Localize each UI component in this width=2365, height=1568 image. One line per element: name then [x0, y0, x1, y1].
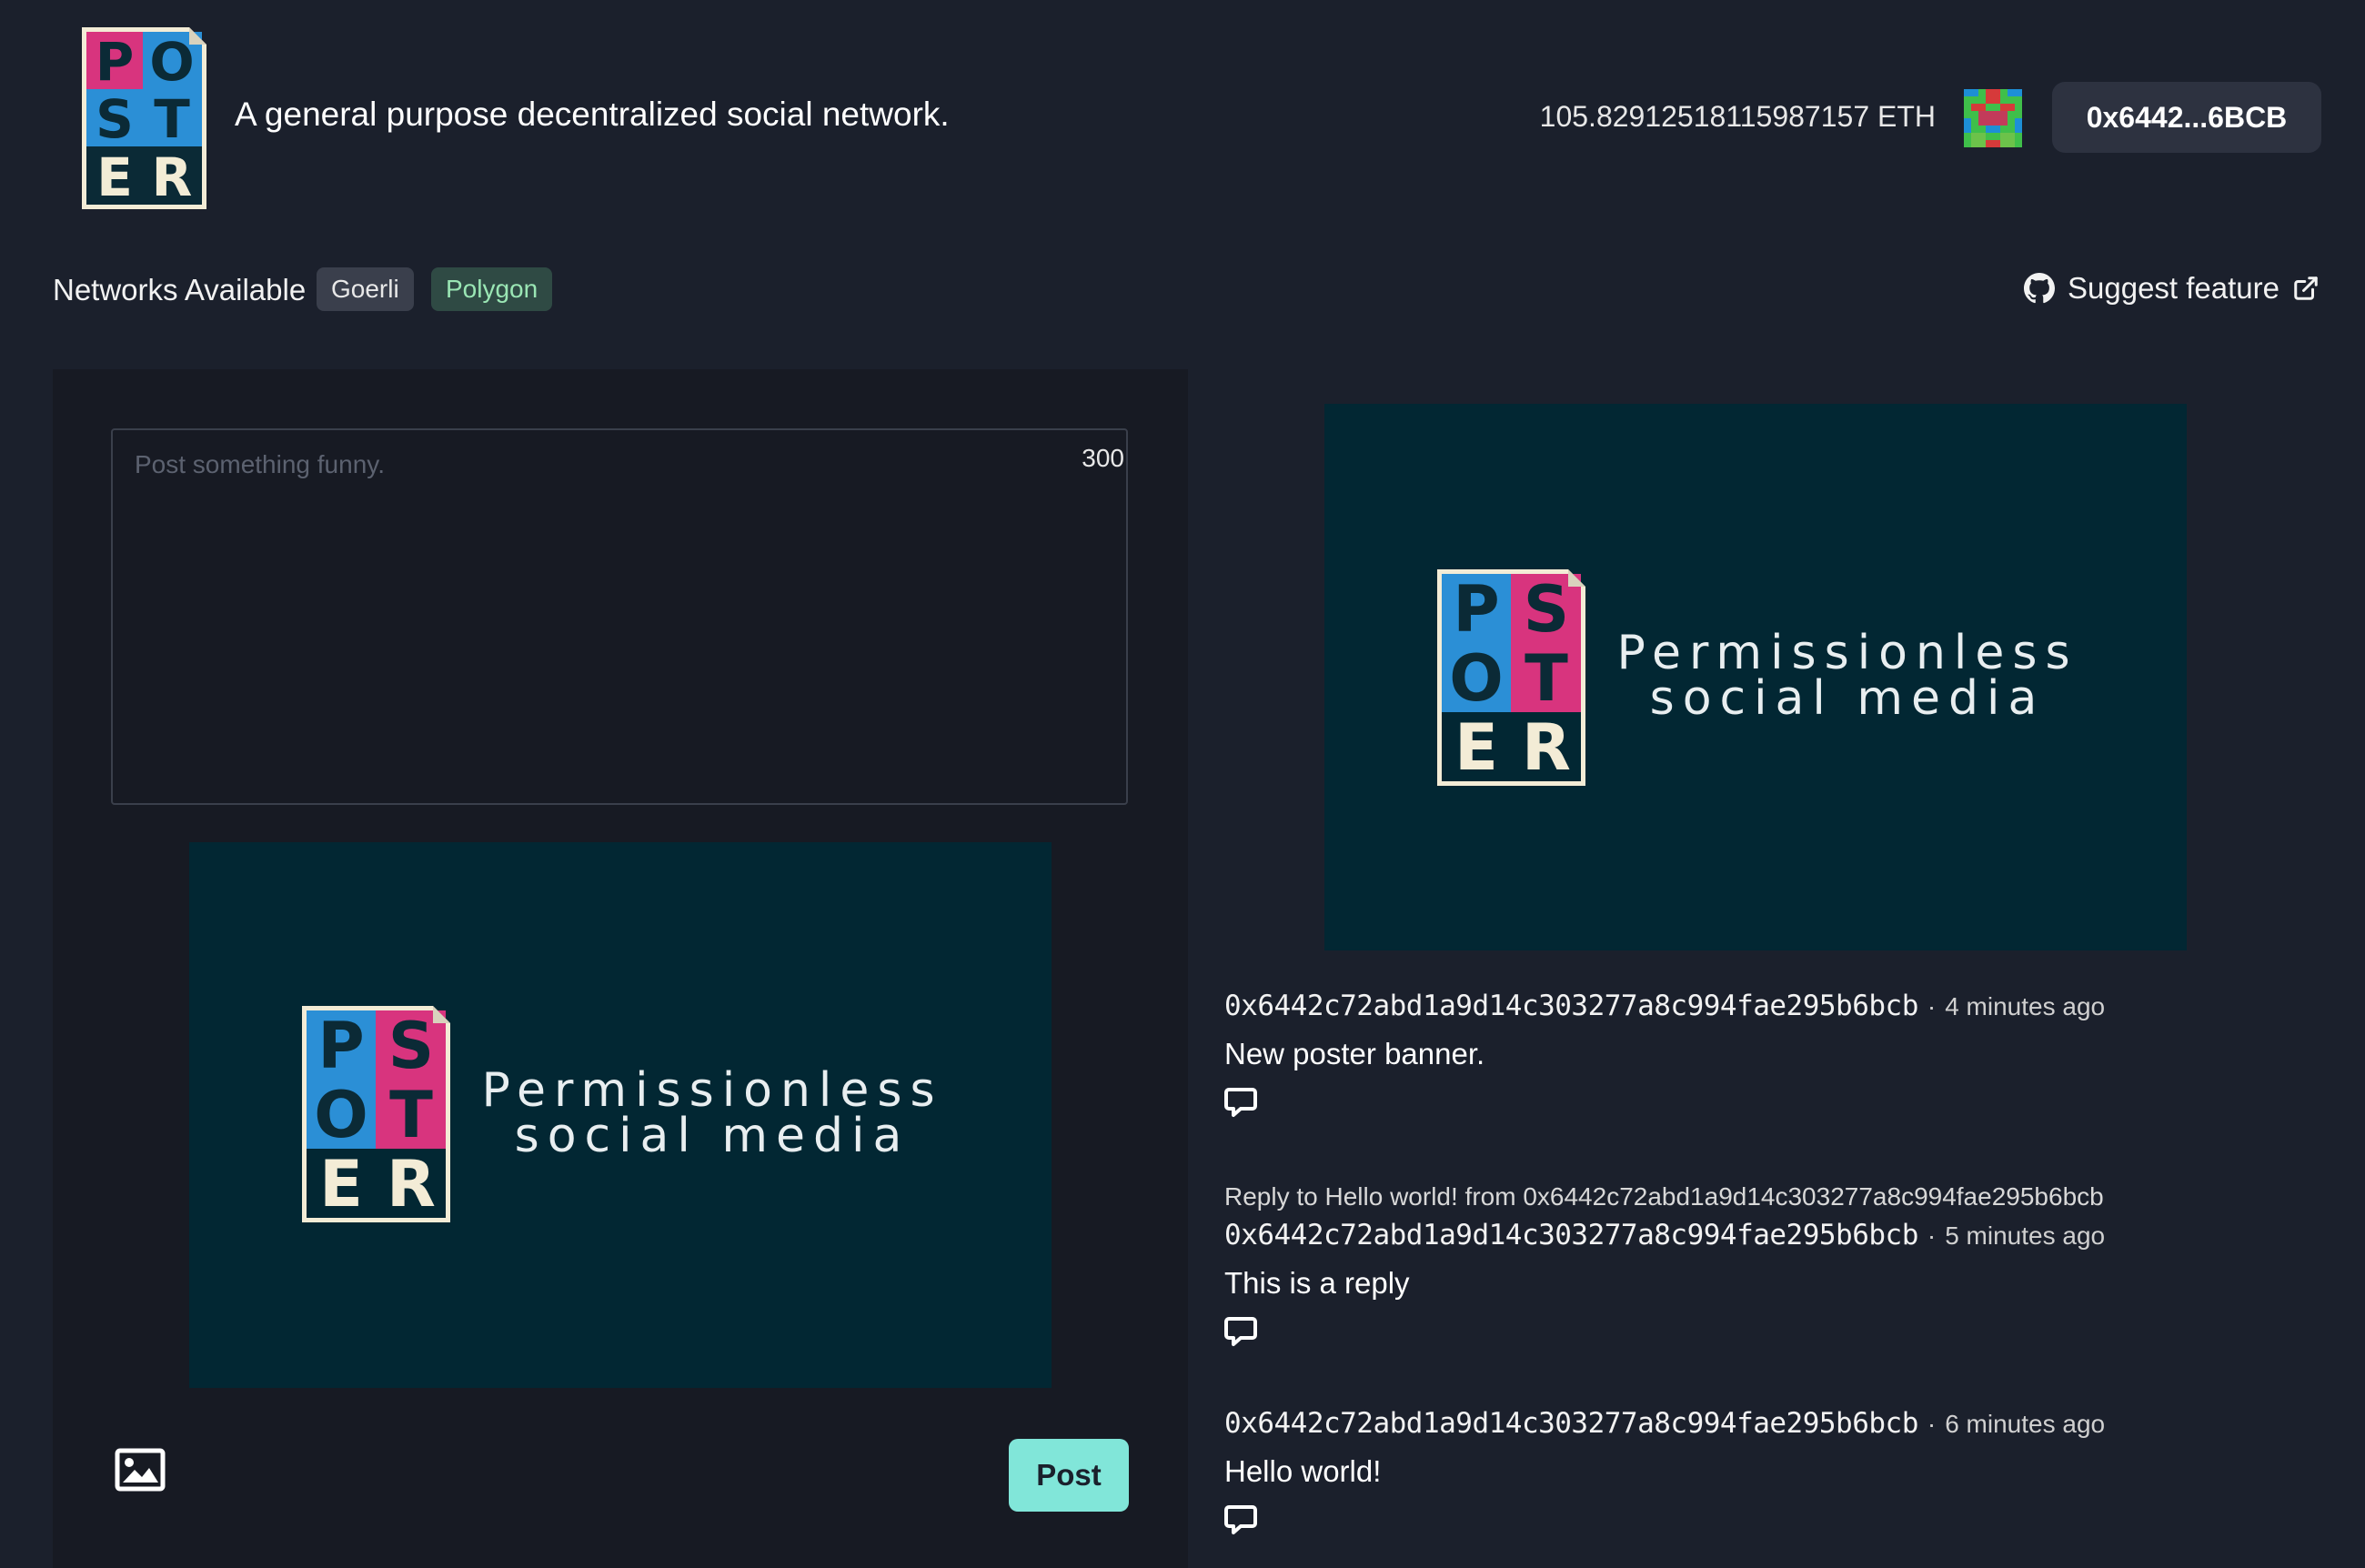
logo-letter: E: [96, 146, 133, 208]
post-separator: ·: [1927, 1221, 1937, 1250]
poster-logo[interactable]: P O S T E R: [82, 27, 206, 209]
banner-logo-letter: R: [1522, 710, 1571, 785]
suggest-feature-label: Suggest feature: [2068, 271, 2279, 305]
logo-letter: T: [154, 88, 190, 150]
account-avatar[interactable]: [1964, 89, 2022, 147]
comment-icon[interactable]: [1224, 1086, 1257, 1119]
account-button[interactable]: 0x6442...6BCB: [2052, 82, 2321, 153]
banner-logo-letter: P: [1453, 572, 1499, 647]
logo-letter: S: [96, 88, 134, 150]
network-badge-polygon: Polygon: [431, 267, 553, 311]
post-author[interactable]: 0x6442c72abd1a9d14c303277a8c994fae295b6b…: [1224, 1407, 1918, 1440]
banner-line-2: social media: [1650, 671, 2046, 726]
feed-post: 0x6442c72abd1a9d14c303277a8c994fae295b6b…: [1224, 1407, 2316, 1541]
external-link-icon: [2294, 276, 2318, 300]
banner-logo-letter: R: [387, 1147, 436, 1221]
post-timestamp: 4 minutes ago: [1945, 992, 2106, 1020]
banner-logo-letter: T: [1525, 641, 1568, 716]
tagline: A general purpose decentralized social n…: [235, 95, 950, 133]
post-separator: ·: [1927, 992, 1937, 1020]
banner-line-2: social media: [515, 1109, 911, 1163]
post-author[interactable]: 0x6442c72abd1a9d14c303277a8c994fae295b6b…: [1224, 990, 1918, 1022]
banner-logo-letter: E: [1454, 710, 1498, 785]
banner-logo-letter: O: [1449, 641, 1504, 716]
banner-logo-letter: P: [317, 1009, 364, 1083]
feed-post: Reply to Hello world! from 0x6442c72abd1…: [1224, 1182, 2316, 1352]
network-badge-goerli: Goerli: [317, 267, 414, 311]
post-body: This is a reply: [1224, 1266, 1410, 1300]
comment-icon[interactable]: [1224, 1315, 1257, 1348]
networks-label: Networks Available: [53, 273, 307, 307]
post-body: New poster banner.: [1224, 1037, 1485, 1070]
character-counter: 300: [1082, 444, 1124, 472]
reply-to-label[interactable]: Reply to Hello world! from 0x6442c72abd1…: [1224, 1182, 2316, 1211]
composer-image-preview: P S O T E R Permissionless social media: [189, 842, 1052, 1388]
logo-letter: O: [149, 31, 194, 93]
post-timestamp: 5 minutes ago: [1945, 1221, 2106, 1250]
banner-logo-letter: S: [388, 1009, 434, 1083]
post-input[interactable]: [111, 428, 1128, 805]
suggest-feature-link[interactable]: Suggest feature: [2024, 271, 2320, 306]
logo-letter: R: [152, 146, 193, 208]
comment-icon[interactable]: [1224, 1503, 1257, 1536]
feed-post: 0x6442c72abd1a9d14c303277a8c994fae295b6b…: [1224, 990, 2316, 1123]
github-icon: [2024, 273, 2055, 304]
post-separator: ·: [1927, 1410, 1937, 1438]
banner-logo-letter: O: [314, 1078, 368, 1152]
post-timestamp: 6 minutes ago: [1945, 1410, 2106, 1438]
feed-post-image: P S O T E R Permissionless social media: [1324, 404, 2187, 950]
logo-letter: P: [96, 31, 135, 93]
banner-logo-letter: S: [1524, 572, 1569, 647]
banner-logo-letter: E: [319, 1147, 363, 1221]
post-button[interactable]: Post: [1009, 1439, 1129, 1512]
eth-balance: 105.82912518115987157 ETH: [1539, 100, 1936, 133]
post-author[interactable]: 0x6442c72abd1a9d14c303277a8c994fae295b6b…: [1224, 1219, 1918, 1251]
post-body: Hello world!: [1224, 1454, 1382, 1488]
banner-logo-letter: T: [389, 1078, 433, 1152]
image-upload-icon[interactable]: [115, 1448, 166, 1492]
